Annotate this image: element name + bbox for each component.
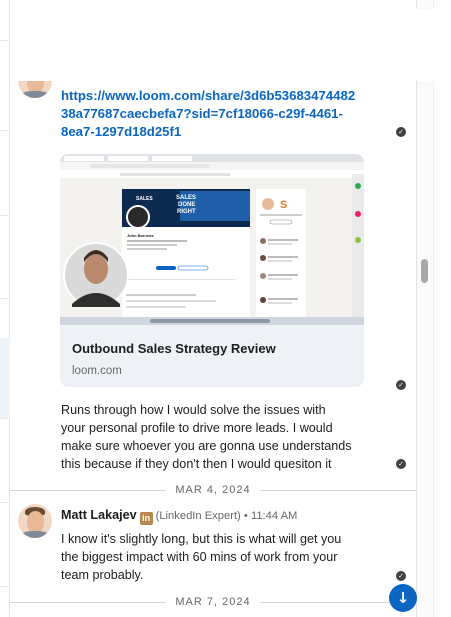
check-circle-icon: ✓ [396,459,406,469]
check-circle-icon: ✓ [396,127,406,137]
linkedin-badge-icon: in [139,512,153,525]
date-label: MAR 7, 2024 [165,594,261,610]
message-text: I know it's slightly long, but this is w… [61,532,342,582]
check-circle-icon: ✓ [396,380,406,390]
sender-avatar[interactable] [18,504,52,538]
left-pane-edge [0,0,10,617]
date-label: MAR 4, 2024 [165,482,261,498]
message-time: 11:44 AM [250,510,298,522]
date-divider: MAR 4, 2024 [10,482,416,498]
date-divider: MAR 7, 2024 [10,594,416,610]
arrow-down-icon: ↓ [396,589,410,607]
message-text: Runs through how I would solve the issue… [61,403,352,471]
scroll-down-button[interactable]: ↓ [389,584,417,612]
svg-text:RIGHT: RIGHT [177,209,196,215]
preview-domain: loom.com [72,365,122,377]
svg-text:SALES: SALES [176,195,196,201]
sender-role: (LinkedIn Expert) [155,510,241,522]
thumb-banner-text: SALES [136,196,153,202]
selected-conversation-edge[interactable] [0,338,10,418]
right-panel-edge [433,0,451,617]
svg-text:John Barrows: John Barrows [127,233,154,238]
scrollbar-track[interactable] [416,0,434,617]
scrollbar-thumb[interactable] [421,259,428,283]
message-link[interactable]: https://www.loom.com/share/3d6b536834744… [61,87,371,141]
video-thumbnail[interactable]: SALES SALES DONE RIGHT John Barrows S [60,154,364,325]
preview-title[interactable]: Outbound Sales Strategy Review [72,341,276,356]
sender-name[interactable]: Matt Lakajev [61,508,137,522]
sender-line: Matt Lakajev in (LinkedIn Expert) • 11:44 … [61,508,298,525]
svg-text:DONE: DONE [178,202,195,208]
svg-text:S: S [280,199,287,211]
overlay-panel [10,9,442,81]
check-circle-icon: ✓ [396,571,406,581]
link-preview-card[interactable]: SALES SALES DONE RIGHT John Barrows S Ou… [60,154,364,387]
